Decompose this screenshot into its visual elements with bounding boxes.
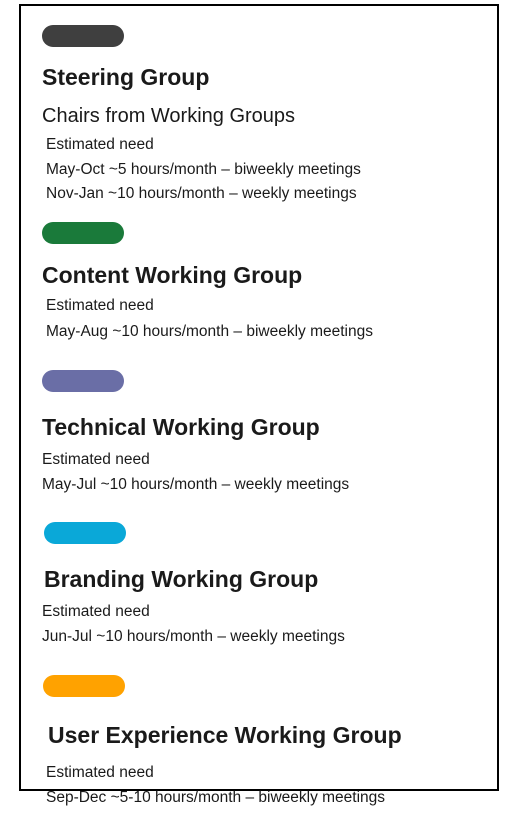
schedule-line: May-Jul ~10 hours/month – weekly meeting… xyxy=(42,476,350,493)
color-swatch xyxy=(42,25,124,47)
schedule-line: May-Aug ~10 hours/month – biweekly meeti… xyxy=(46,323,373,340)
schedule-line: Nov-Jan ~10 hours/month – weekly meeting… xyxy=(46,185,357,202)
color-swatch xyxy=(43,675,125,697)
estimated-need-label: Estimated need xyxy=(46,764,154,781)
color-swatch xyxy=(44,522,126,544)
estimated-need-label: Estimated need xyxy=(46,297,154,314)
group-title: Content Working Group xyxy=(42,262,303,288)
schedule-line: Jun-Jul ~10 hours/month – weekly meeting… xyxy=(42,628,345,645)
color-swatch xyxy=(42,370,124,392)
group-title: Steering Group xyxy=(42,64,210,90)
estimated-need-label: Estimated need xyxy=(46,136,154,153)
group-title: User Experience Working Group xyxy=(48,722,402,748)
estimated-need-label: Estimated need xyxy=(42,603,150,620)
group-title: Technical Working Group xyxy=(42,414,320,440)
group-subtitle: Chairs from Working Groups xyxy=(42,105,296,127)
schedule-line: Sep-Dec ~5-10 hours/month – biweekly mee… xyxy=(46,789,386,806)
schedule-line: May-Oct ~5 hours/month – biweekly meetin… xyxy=(46,161,361,178)
estimated-need-label: Estimated need xyxy=(42,451,150,468)
color-swatch xyxy=(42,222,124,244)
group-title: Branding Working Group xyxy=(44,566,319,592)
